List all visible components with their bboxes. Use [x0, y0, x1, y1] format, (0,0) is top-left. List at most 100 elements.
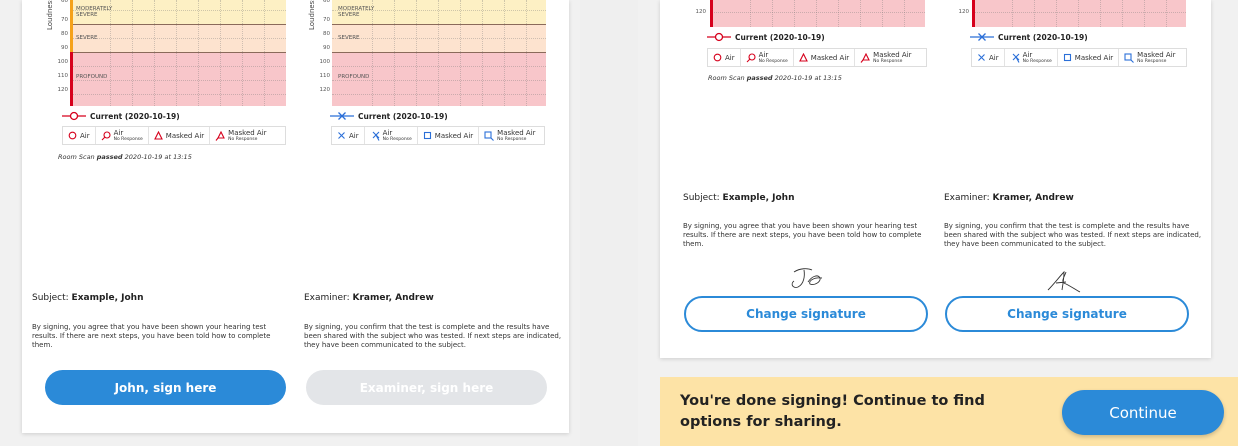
- legend-item: Air No Response: [741, 49, 794, 66]
- masked-air-square-icon: [423, 131, 431, 140]
- band-label: MODERATELY SEVERE: [338, 6, 375, 18]
- band-divider: [332, 52, 546, 53]
- band-label: MODERATELY SEVERE: [76, 6, 113, 18]
- y-axis-label: Loudness: [46, 0, 54, 30]
- band-label: SEVERE: [338, 35, 360, 41]
- legend-item: Masked Air: [794, 49, 856, 66]
- current-test-legend: Current (2020-10-19): [330, 111, 448, 121]
- tick-label: 70: [61, 17, 68, 23]
- tick-label: 110: [319, 73, 331, 79]
- current-red-line-icon: [707, 32, 731, 42]
- tick-label: 60: [323, 0, 330, 4]
- examiner-sign-button[interactable]: Examiner, sign here: [306, 370, 547, 405]
- tick-label: 110: [57, 73, 69, 79]
- masked-air-no-response-icon: [1124, 52, 1135, 63]
- air-no-response-icon: [746, 52, 756, 62]
- legend-item: Air: [708, 49, 741, 66]
- tick-label: 70: [323, 17, 330, 23]
- current-label: Current (2020-10-19): [998, 32, 1088, 42]
- current-label: Current (2020-10-19): [735, 32, 825, 42]
- legend-item: Air No Response: [365, 127, 418, 144]
- band-divider: [70, 24, 286, 25]
- left-ear-audiogram: MODERATELY SEVERE SEVERE PROFOUND: [332, 0, 546, 106]
- tick-label: 120: [958, 9, 970, 15]
- band-label: PROFOUND: [338, 74, 370, 80]
- legend-item: Masked Air No Response: [1119, 49, 1180, 66]
- subject-signature-image: [791, 268, 823, 288]
- tick-label: 120: [695, 9, 707, 15]
- legend-item: Masked Air: [418, 127, 480, 144]
- tick-label: 60: [61, 0, 68, 4]
- right-ear-audiogram: [710, 0, 925, 27]
- examiner-consent-text: By signing, you confirm that the test is…: [944, 222, 1202, 248]
- subject-sign-button[interactable]: John, sign here: [45, 370, 286, 405]
- symbol-legend: Air Air No Response Masked Air Masked Air…: [707, 48, 927, 67]
- current-label: Current (2020-10-19): [90, 111, 180, 121]
- threshold-bar: [710, 0, 713, 27]
- air-x-icon: [338, 132, 345, 139]
- legend-item: Air No Response: [1005, 49, 1058, 66]
- legend-item: Masked Air: [1058, 49, 1120, 66]
- band-divider: [332, 24, 546, 25]
- current-label: Current (2020-10-19): [358, 111, 448, 121]
- band-label: SEVERE: [76, 35, 98, 41]
- room-scan-status: Room Scan passed 2020-10-19 at 13:15: [58, 153, 192, 161]
- subject-name: Subject: Example, John: [32, 293, 144, 303]
- symbol-legend: Air Air No Response Masked Air Masked Air…: [331, 126, 545, 145]
- examiner-consent-text: By signing, you confirm that the test is…: [304, 323, 562, 349]
- banner-message: You're done signing! Continue to find op…: [680, 393, 985, 430]
- examiner-signature-image: [1047, 270, 1081, 293]
- y-axis-label: Loudness: [308, 0, 316, 30]
- tick-label: 100: [57, 59, 69, 65]
- subject-consent-text: By signing, you agree that you have been…: [32, 323, 271, 349]
- symbol-legend: Air Air No Response Masked Air Masked Air…: [971, 48, 1187, 67]
- band-label: PROFOUND: [76, 74, 108, 80]
- tick-label: 90: [61, 45, 68, 51]
- band-divider: [70, 52, 286, 53]
- right-signing-card: 120 120 Current (2020-10-19) Current (20…: [660, 0, 1211, 358]
- left-signing-card: Loudness 60 70 80 90 100 110 120 MODERAT…: [22, 0, 569, 433]
- legend-item: Masked Air No Response: [855, 49, 916, 66]
- legend-item: Air No Response: [96, 127, 149, 144]
- legend-item: Air: [332, 127, 365, 144]
- tick-label: 80: [323, 31, 330, 37]
- threshold-bar: [972, 0, 975, 27]
- air-circle-icon: [713, 53, 722, 62]
- tick-label: 120: [57, 87, 69, 93]
- tick-label: 120: [319, 87, 331, 93]
- air-circle-icon: [68, 131, 77, 140]
- tick-label: 100: [319, 59, 331, 65]
- current-test-legend: Current (2020-10-19): [62, 111, 180, 121]
- air-no-response-icon: [101, 130, 111, 140]
- threshold-bar: [70, 52, 73, 106]
- air-no-response-icon: [1012, 53, 1020, 63]
- current-test-legend: Current (2020-10-19): [707, 32, 825, 42]
- room-scan-status: Room Scan passed 2020-10-19 at 13:15: [708, 74, 842, 82]
- done-signing-banner: You're done signing! Continue to find op…: [660, 377, 1238, 446]
- legend-item: Masked Air: [149, 127, 211, 144]
- air-x-icon: [978, 54, 985, 61]
- masked-air-no-response-icon: [215, 130, 226, 141]
- masked-air-square-icon: [1063, 53, 1071, 62]
- legend-item: Masked Air No Response: [210, 127, 271, 144]
- tick-label: 80: [61, 31, 68, 37]
- legend-item: Masked Air No Response: [479, 127, 540, 144]
- left-ear-audiogram: [972, 0, 1186, 27]
- masked-air-triangle-icon: [153, 131, 163, 140]
- continue-button[interactable]: Continue: [1062, 390, 1224, 435]
- threshold-bar: [70, 0, 73, 52]
- subject-consent-text: By signing, you agree that you have been…: [683, 222, 922, 248]
- examiner-change-signature-button[interactable]: Change signature: [945, 296, 1189, 332]
- legend-item: Air: [972, 49, 1005, 66]
- right-ear-audiogram: MODERATELY SEVERE SEVERE PROFOUND: [70, 0, 286, 106]
- subject-name: Subject: Example, John: [683, 193, 795, 203]
- examiner-name: Examiner: Kramer, Andrew: [304, 293, 434, 303]
- current-red-line-icon: [62, 111, 86, 121]
- tick-label: 90: [323, 45, 330, 51]
- subject-change-signature-button[interactable]: Change signature: [684, 296, 928, 332]
- masked-air-triangle-icon: [798, 53, 808, 62]
- symbol-legend: Air Air No Response Masked Air Masked Air…: [62, 126, 286, 145]
- legend-item: Air: [63, 127, 96, 144]
- masked-air-no-response-icon: [860, 52, 871, 63]
- current-blue-line-icon: [330, 112, 354, 120]
